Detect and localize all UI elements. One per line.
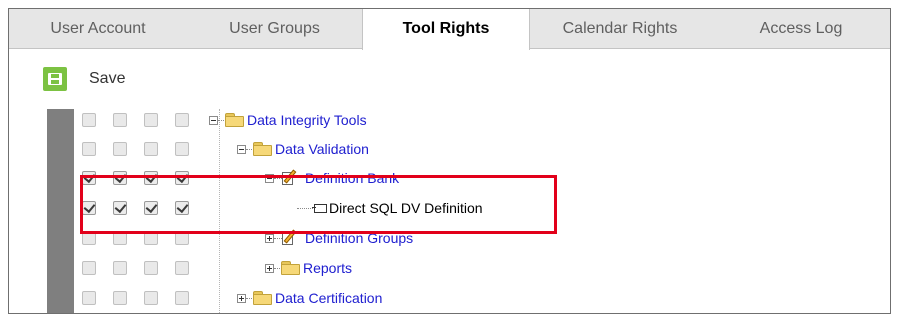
permission-checkbox[interactable]: [113, 261, 127, 275]
permission-checkbox[interactable]: [175, 261, 189, 275]
folder-icon: [253, 142, 273, 156]
tab-bar: User Account User Groups Tool Rights Cal…: [9, 9, 890, 50]
permission-checkbox[interactable]: [144, 142, 158, 156]
folder-icon: [253, 291, 273, 305]
permission-checkbox[interactable]: [82, 113, 96, 127]
tree-node-label[interactable]: Data Integrity Tools: [247, 111, 367, 129]
save-button[interactable]: [43, 67, 67, 91]
permission-checkbox[interactable]: [175, 142, 189, 156]
tab-access-log[interactable]: Access Log: [710, 9, 890, 49]
tab-tool-rights[interactable]: Tool Rights: [362, 9, 530, 50]
save-label[interactable]: Save: [89, 68, 125, 90]
permission-checkbox[interactable]: [144, 261, 158, 275]
expand-toggle-icon[interactable]: [265, 264, 274, 273]
permission-checkbox[interactable]: [82, 291, 96, 305]
tab-calendar-rights[interactable]: Calendar Rights: [530, 9, 710, 49]
tab-user-account[interactable]: User Account: [9, 9, 187, 49]
collapse-toggle-icon[interactable]: [237, 145, 246, 154]
floppy-disk-icon: [48, 73, 62, 85]
permission-checkbox[interactable]: [113, 291, 127, 305]
folder-icon: [225, 113, 245, 127]
expand-toggle-icon[interactable]: [237, 294, 246, 303]
tree-node-label[interactable]: Data Certification: [275, 289, 382, 307]
permission-checkbox[interactable]: [175, 291, 189, 305]
tree-connector: [274, 238, 282, 239]
collapse-toggle-icon[interactable]: [209, 116, 218, 125]
folder-icon: [281, 261, 301, 275]
tree-node-label[interactable]: Reports: [303, 259, 352, 277]
permission-checkbox[interactable]: [82, 261, 96, 275]
permission-checkbox[interactable]: [175, 113, 189, 127]
permission-checkbox[interactable]: [113, 142, 127, 156]
row-header-bar: [47, 109, 74, 313]
permission-checkbox[interactable]: [144, 113, 158, 127]
permission-checkbox[interactable]: [82, 142, 96, 156]
expand-toggle-icon[interactable]: [265, 234, 274, 243]
highlight-box: [80, 175, 557, 234]
tab-user-groups[interactable]: User Groups: [187, 9, 362, 49]
permission-checkbox[interactable]: [113, 113, 127, 127]
tree-node-label[interactable]: Data Validation: [275, 140, 369, 158]
permission-checkbox[interactable]: [144, 291, 158, 305]
tool-rights-panel: User Account User Groups Tool Rights Cal…: [8, 8, 891, 314]
